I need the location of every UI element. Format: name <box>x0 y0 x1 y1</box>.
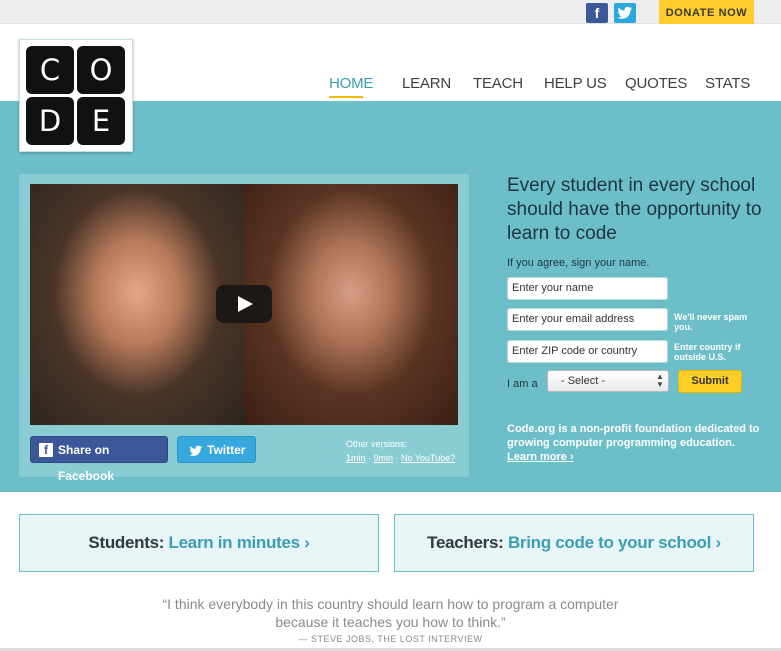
nav-item-teach[interactable]: TEACH <box>473 75 523 92</box>
signup-prompt: If you agree, sign your name. <box>507 257 650 269</box>
email-note: We'll never spam you. <box>674 312 748 332</box>
version-link-9min[interactable]: 9min <box>374 453 394 463</box>
facebook-icon[interactable]: f <box>586 3 608 23</box>
twitter-icon <box>189 445 202 456</box>
twitter-icon[interactable] <box>614 3 636 23</box>
share-twitter-label: Twitter <box>207 443 246 457</box>
page: f DONATE NOW C O D E HOME LEARN TEACH HE… <box>0 0 781 651</box>
nav-item-stats[interactable]: STATS <box>705 75 750 92</box>
quote-attribution: — STEVE JOBS, THE LOST INTERVIEW <box>298 634 483 644</box>
students-cta[interactable]: Students: Learn in minutes › <box>19 514 379 572</box>
logo-grid: C O D E <box>26 46 126 146</box>
share-facebook-button[interactable]: f Share on Facebook <box>30 436 168 483</box>
top-bar: f DONATE NOW <box>0 0 781 24</box>
nav-item-home[interactable]: HOME <box>329 75 373 92</box>
donate-button[interactable]: DONATE NOW <box>659 0 754 24</box>
facebook-icon: f <box>39 443 53 457</box>
other-versions-label: Other versions: <box>346 439 408 449</box>
nav-active-underline <box>329 96 363 98</box>
about-text: Code.org is a non-profit foundation dedi… <box>507 422 762 464</box>
teachers-cta[interactable]: Teachers: Bring code to your school › <box>394 514 754 572</box>
logo-letter: E <box>77 97 125 145</box>
zip-note: Enter country if outside U.S. <box>674 342 741 362</box>
version-link-no-youtube[interactable]: No YouTube? <box>401 453 455 463</box>
zip-field[interactable]: Enter ZIP code or country <box>507 340 668 363</box>
name-field[interactable]: Enter your name <box>507 277 668 300</box>
learn-more-link[interactable]: Learn more › <box>507 451 574 463</box>
share-facebook-label: Share on Facebook <box>58 443 115 483</box>
about-description: Code.org is a non-profit foundation dedi… <box>507 423 760 449</box>
teachers-cta-link[interactable]: Bring code to your school › <box>508 533 721 552</box>
quote-line-2: because it teaches you how to think.” <box>275 614 506 630</box>
role-label: I am a <box>507 378 538 390</box>
students-cta-prefix: Students: <box>88 533 165 552</box>
logo-letter: C <box>26 46 74 94</box>
video-frame-right <box>244 184 458 425</box>
select-arrows-icon: ▲ ▼ <box>656 372 664 389</box>
nav-item-help-us[interactable]: HELP US <box>544 75 607 92</box>
quote-line-1: “I think everybody in this country shoul… <box>162 596 619 612</box>
version-link-1min[interactable]: 1min <box>346 453 366 463</box>
signup-headline: Every student in every school should hav… <box>507 175 762 244</box>
code-logo[interactable]: C O D E <box>19 39 133 152</box>
other-versions: Other versions: 1min · 9min · No YouTube… <box>346 437 455 465</box>
video-frame-left <box>30 184 244 425</box>
nav-item-learn[interactable]: LEARN <box>402 75 451 92</box>
students-cta-link[interactable]: Learn in minutes › <box>169 533 310 552</box>
logo-letter: D <box>26 97 74 145</box>
submit-button[interactable]: Submit <box>678 370 742 393</box>
version-links: 1min · 9min · No YouTube? <box>346 453 456 463</box>
logo-letter: O <box>77 46 125 94</box>
quote: “I think everybody in this country shoul… <box>0 595 781 631</box>
teachers-cta-prefix: Teachers: <box>427 533 504 552</box>
nav-item-quotes[interactable]: QUOTES <box>625 75 687 92</box>
role-select[interactable]: - Select - <box>547 370 669 392</box>
play-icon[interactable] <box>216 285 272 323</box>
share-twitter-button[interactable]: Twitter <box>177 436 256 463</box>
email-field[interactable]: Enter your email address <box>507 308 668 331</box>
